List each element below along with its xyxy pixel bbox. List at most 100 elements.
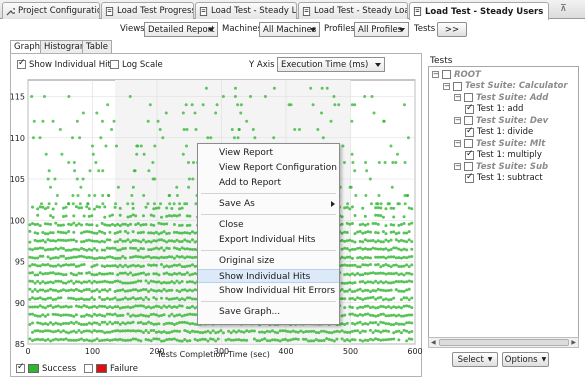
tree-item-checkbox[interactable] (464, 139, 473, 148)
hit-point (350, 272, 354, 276)
hit-point (366, 263, 370, 267)
tree-test-item[interactable]: Test 1: divide (465, 126, 533, 138)
hit-point (46, 304, 50, 308)
hit-point (392, 223, 396, 227)
hit-point (61, 206, 65, 210)
scroll-left-icon[interactable]: ◀ (431, 339, 436, 346)
hit-point (188, 339, 192, 343)
hit-point (136, 329, 140, 333)
tree-item-checkbox[interactable] (465, 172, 474, 183)
legend-toggle-checkbox[interactable] (16, 362, 25, 373)
hit-point (56, 329, 60, 333)
hit-point (36, 256, 40, 260)
hit-point (389, 288, 393, 292)
tree-suite-item[interactable]: − ROOT (432, 69, 481, 80)
tree-suite-item[interactable]: − Test Suite: Mlt (454, 138, 545, 149)
hit-point (32, 119, 36, 123)
failure-toggle-checkbox[interactable] (84, 364, 93, 373)
hit-point (410, 280, 414, 284)
hit-point (193, 337, 197, 341)
tree-test-item[interactable]: Test 1: multiply (465, 149, 542, 161)
scroll-right-icon[interactable]: ▶ (571, 339, 576, 346)
hit-point (147, 272, 151, 276)
tree-item-checkbox[interactable] (465, 149, 474, 160)
scrollbar-thumb[interactable] (439, 339, 569, 346)
hit-point (126, 329, 130, 333)
hit-point (391, 161, 395, 164)
hit-point (178, 339, 182, 343)
hit-point (54, 313, 58, 317)
tree-suite-item[interactable]: − Test Suite: Calculator (443, 81, 568, 92)
collapse-icon[interactable]: − (454, 94, 461, 101)
collapse-icon[interactable]: − (454, 117, 461, 124)
tree-item-checkbox[interactable] (464, 162, 473, 171)
hit-point (61, 288, 65, 292)
hit-point (38, 205, 42, 209)
hit-point (245, 119, 249, 123)
tree-item-checkbox[interactable] (465, 126, 474, 137)
tree-test-item[interactable]: Test 1: subtract (465, 172, 543, 184)
select-button[interactable]: Select ▼ (452, 352, 498, 367)
hit-point (56, 279, 60, 283)
hit-point (368, 280, 372, 284)
hit-point (162, 265, 166, 269)
hit-point (167, 321, 171, 325)
tree-item-checkbox[interactable] (453, 81, 462, 91)
tree-item-checkbox[interactable] (464, 93, 473, 102)
hit-point (165, 232, 169, 236)
context-menu-item[interactable]: Add to Report (198, 176, 339, 190)
hit-point (56, 256, 60, 260)
hit-point (361, 322, 365, 326)
chart-legend: Success Failure (10, 361, 422, 377)
context-menu-item[interactable]: Original size (198, 254, 339, 268)
hit-point (165, 305, 169, 309)
context-menu-item[interactable]: View Report (198, 146, 339, 160)
tree-suite-item[interactable]: − Test Suite: Dev (454, 115, 548, 126)
tree-item-checkbox[interactable] (465, 103, 474, 114)
hit-point (149, 223, 153, 227)
hit-point (350, 290, 354, 294)
hit-point (116, 298, 120, 302)
hit-point (82, 247, 86, 251)
tree-suite-item[interactable]: − Test Suite: Add (454, 92, 548, 103)
collapse-icon[interactable]: − (454, 163, 461, 170)
hit-point (172, 329, 176, 333)
hit-point (36, 213, 40, 217)
hit-point (397, 338, 401, 342)
context-menu-item[interactable]: Save As (198, 197, 339, 211)
context-menu-item[interactable]: Save Graph... (198, 305, 339, 319)
hit-point (237, 128, 241, 131)
hit-point (56, 230, 60, 234)
hit-point (384, 207, 388, 211)
hit-point (151, 161, 155, 164)
hit-point (410, 247, 414, 251)
hit-point (340, 329, 344, 333)
hit-point (172, 272, 176, 276)
context-menu-item[interactable]: Export Individual Hits (198, 233, 339, 247)
context-menu-item[interactable]: Close (198, 218, 339, 232)
collapse-icon[interactable]: − (454, 140, 461, 147)
tree-item-checkbox[interactable] (464, 116, 473, 125)
context-menu-item[interactable]: Show Individual Hit Errors (198, 284, 339, 298)
tree-item-checkbox[interactable] (442, 70, 451, 79)
context-menu-item[interactable]: Show Individual Hits (198, 269, 339, 283)
tree-test-item[interactable]: Test 1: add (465, 103, 523, 115)
hit-point (43, 232, 47, 236)
hit-point (28, 297, 32, 301)
tree-suite-item[interactable]: − Test Suite: Sub (454, 161, 548, 172)
collapse-icon[interactable]: − (443, 82, 450, 90)
failure-swatch (96, 364, 107, 373)
tests-horizontal-scrollbar[interactable]: ◀ ▶ (428, 337, 579, 348)
hit-point (136, 279, 140, 283)
hit-point (121, 281, 125, 285)
collapse-icon[interactable]: − (432, 71, 439, 78)
hit-point (356, 256, 360, 260)
hit-point (283, 337, 287, 341)
context-menu-item[interactable]: View Report Configuration (198, 161, 339, 175)
hit-point (239, 103, 243, 107)
options-button[interactable]: Options ▼ (502, 352, 549, 367)
hit-point (77, 305, 81, 309)
hit-point (348, 222, 352, 226)
hit-point (105, 312, 109, 316)
tree-item-label: Test Suite: Mlt (476, 138, 546, 149)
